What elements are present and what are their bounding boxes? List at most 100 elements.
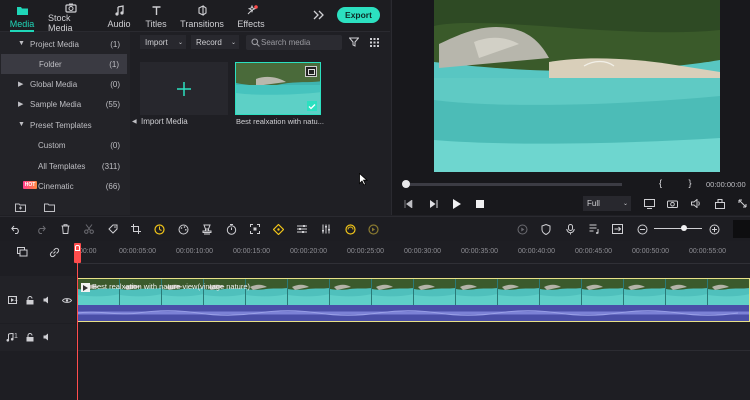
search-input[interactable]: Search media [246,35,342,50]
render-icon[interactable] [516,223,528,235]
fit-frame-icon[interactable] [249,223,261,235]
snapshot-camera-icon[interactable] [666,198,678,209]
display-icon[interactable] [643,198,655,209]
playhead-lock-icon [75,245,80,251]
mouse-cursor-icon [359,173,368,186]
collapse-arrow-icon[interactable]: ◀ [132,118,137,125]
sidebar-item-label: Project Media [30,40,79,49]
undo-icon[interactable] [10,223,22,235]
in-out-brackets[interactable]: { } [659,178,704,188]
sidebar-item-cinematic[interactable]: HOT Cinematic (66) [0,176,130,196]
tab-titles[interactable]: Titles [142,0,170,31]
sidebar-item-label: Folder [39,60,62,69]
clip-label: Best realxation with natu... [236,117,324,126]
expand-arrow-icon[interactable]: ▶ [18,100,23,108]
playhead-handle[interactable] [74,243,81,263]
media-clip-thumbnail[interactable] [235,62,321,115]
speed-icon[interactable] [153,223,165,235]
playhead-line[interactable] [77,263,78,400]
preview-video[interactable] [434,0,720,172]
audio-waveform [78,305,749,321]
export-button[interactable]: Export [337,7,380,23]
sidebar-item-count: (1) [109,60,119,69]
audio-mixer-icon[interactable] [320,223,332,235]
sidebar-item-sample-media[interactable]: ▶ Sample Media (55) [0,94,130,114]
play-icon[interactable] [451,198,463,209]
microphone-icon[interactable] [564,223,576,235]
sidebar-item-all-templates[interactable]: All Templates (311) [0,156,130,176]
zoom-in-icon[interactable] [708,223,720,235]
record-dropdown[interactable]: Record ⌄ [191,35,239,49]
preview-progress-track[interactable] [402,180,622,188]
expand-arrow-icon[interactable]: ▼ [18,40,25,47]
import-dropdown-label: Import [145,37,168,47]
import-media-tile[interactable] [140,62,228,115]
stop-icon[interactable] [475,199,485,209]
sidebar-item-preset-templates[interactable]: ▼ Preset Templates [0,115,130,135]
new-folder-icon[interactable] [14,202,26,212]
adjust-icon[interactable] [296,223,308,235]
zoom-out-icon[interactable] [636,223,648,235]
plus-icon [176,81,192,97]
eye-icon[interactable] [61,295,73,305]
speaker-icon[interactable] [42,295,52,305]
sidebar-item-folder[interactable]: Folder (1) [1,54,127,74]
checkmark-icon [307,101,317,111]
scissors-icon[interactable] [83,223,95,235]
preview-progress-handle[interactable] [402,180,410,188]
add-track-icon[interactable] [16,246,28,258]
audio-track-number: 1 [14,333,18,340]
snap-icon[interactable] [611,223,623,235]
voiceover-icon[interactable] [588,223,600,235]
ruler-tick-label: 00:00:25:00 [347,248,384,255]
volume-icon[interactable] [690,198,702,209]
redo-icon[interactable] [35,223,47,235]
timeline-toolbar [0,216,750,242]
layout-icon[interactable] [714,198,726,209]
keyframe-icon[interactable] [272,223,284,235]
filter-icon[interactable] [348,36,360,48]
shield-icon[interactable] [540,223,552,235]
stamp-icon[interactable] [201,223,213,235]
tab-media[interactable]: Media [8,0,36,32]
text-t-icon [151,2,162,19]
sidebar-item-global-media[interactable]: ▶ Global Media (0) [0,74,130,94]
panel-toggle[interactable] [733,220,750,238]
chevron-down-icon: ⌄ [177,39,183,46]
zoom-label: Full [587,199,600,208]
previous-frame-icon[interactable] [402,199,414,209]
ruler-tick-label: 00:00:50:00 [632,248,669,255]
folder-icon[interactable] [43,202,55,212]
crop-icon[interactable] [130,223,142,235]
lock-icon[interactable] [25,332,35,342]
zoom-slider[interactable] [654,225,702,231]
tab-effects[interactable]: Effects [236,0,266,31]
delete-icon[interactable] [59,223,71,235]
double-chevron-right-icon[interactable] [312,9,324,21]
zoom-slider-handle[interactable] [681,225,687,231]
grid-icon[interactable] [368,36,380,48]
color-palette-icon[interactable] [177,223,189,235]
tab-transitions[interactable]: Transitions [180,0,224,31]
expand-arrow-icon[interactable]: ▶ [18,80,23,88]
tab-audio[interactable]: Audio [106,0,132,31]
video-clip[interactable]: Best realxation with nature view(vintage… [77,278,750,322]
ai-effect-icon[interactable] [344,223,356,235]
expand-arrow-icon[interactable]: ▼ [18,121,25,128]
timer-icon[interactable] [225,223,237,235]
zoom-dropdown[interactable]: Full ⌄ [583,196,631,211]
record-dropdown-label: Record [196,37,222,47]
link-icon[interactable] [48,246,60,258]
video-track-number: 1 [14,296,18,303]
fullscreen-icon[interactable] [737,198,748,209]
step-play-icon[interactable] [427,199,439,209]
auto-reframe-icon[interactable] [367,223,379,235]
tab-stock-media[interactable]: Stock Media [48,0,94,33]
lock-icon[interactable] [25,295,35,305]
tag-icon[interactable] [107,223,119,235]
import-dropdown[interactable]: Import ⌄ [140,35,186,49]
sidebar-item-custom[interactable]: Custom (0) [0,135,130,155]
speaker-icon[interactable] [42,332,52,342]
sidebar-item-project-media[interactable]: ▼ Project Media (1) [0,34,130,54]
tab-audio-label: Audio [107,19,131,29]
